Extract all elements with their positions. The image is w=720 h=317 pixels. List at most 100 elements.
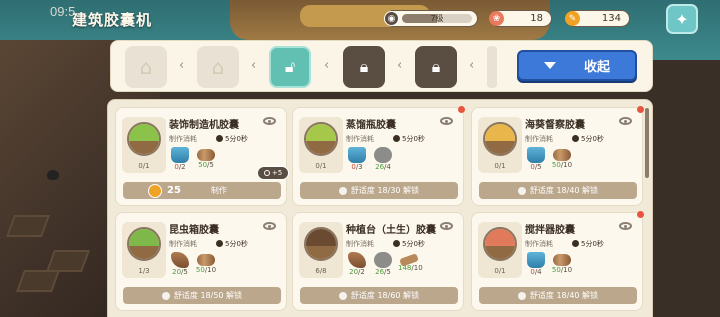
material-log-icon [553, 254, 571, 266]
unlock-button[interactable]: 舒适度 18/60 解锁 [300, 287, 458, 304]
eye-icon[interactable] [263, 117, 276, 125]
material-item[interactable]: 20/2 [346, 252, 368, 276]
notification-dot [637, 211, 644, 218]
blueprint-slot-partial[interactable] [487, 46, 497, 88]
material-quantity: 50/5 [198, 161, 214, 169]
capsule-image: 0/1 [122, 117, 166, 173]
material-quantity: 0/4 [530, 268, 542, 276]
material-item[interactable]: 50/10 [551, 252, 573, 276]
material-blue-icon [348, 147, 366, 163]
owned-count: 0/1 [138, 162, 150, 170]
material-item[interactable]: 26/4 [372, 147, 394, 171]
gear-icon [263, 170, 270, 176]
triangle-down-icon [543, 62, 556, 69]
material-blue-icon [527, 147, 545, 163]
material-quantity: 20/5 [172, 268, 188, 276]
material-quantity: 50/10 [551, 266, 573, 274]
material-item[interactable]: 0/3 [346, 147, 368, 171]
capsule-thumbnail [304, 227, 338, 261]
coin-resource[interactable]: ✎ 134 [565, 10, 630, 27]
house-icon[interactable]: ⌂ [197, 46, 239, 88]
material-item[interactable]: 0/5 [525, 147, 547, 171]
material-log-icon [197, 149, 215, 161]
material-list: 0/2 50/5 [169, 147, 217, 171]
level-icon: ◉ [384, 11, 399, 26]
coin-value: 134 [601, 13, 621, 24]
lock-icon[interactable]: 🔓︎ [269, 46, 311, 88]
material-item[interactable]: 50/10 [551, 147, 573, 171]
coin-icon [148, 183, 162, 198]
craft-time: 5分0秒 [572, 239, 604, 249]
clock-icon [572, 240, 579, 247]
material-quantity: 0/5 [530, 163, 542, 171]
comfort-icon [338, 291, 347, 300]
capsule-card[interactable]: 0/1 装饰制造机胶囊 制作消耗 5分0秒 0/2 50/5 25 制作 +5 [115, 107, 289, 206]
craft-time: 5分0秒 [393, 134, 425, 144]
cost-label: 制作消耗 [525, 135, 553, 143]
eye-icon[interactable] [440, 117, 453, 125]
unlock-label: 舒适度 18/40 解锁 [529, 186, 599, 195]
clock-icon [393, 135, 400, 142]
material-item[interactable]: 20/5 [169, 252, 191, 276]
craft-button[interactable]: 25 制作 +5 [123, 166, 289, 199]
capsule-name: 蒸馏瓶胶囊 [346, 120, 396, 131]
eye-icon[interactable] [619, 117, 632, 125]
material-item[interactable]: 148/10 [398, 252, 423, 276]
comfort-icon [161, 291, 170, 300]
unlock-button[interactable]: 舒适度 18/30 解锁 [300, 182, 458, 199]
capsule-card[interactable]: 1/3 昆虫箱胶囊 制作消耗 5分0秒 20/5 50/10 舒适度 18/50… [115, 212, 287, 311]
speedup-badge[interactable]: +5 [257, 166, 289, 180]
capsule-name: 昆虫箱胶囊 [169, 225, 219, 236]
capsule-card[interactable]: 0/1 搅拌器胶囊 制作消耗 5分0秒 0/4 50/10 舒适度 18/40 … [471, 211, 644, 311]
material-stone-icon [374, 147, 392, 163]
notification-dot [637, 106, 644, 113]
unlock-button[interactable]: 舒适度 18/40 解锁 [479, 287, 637, 304]
comfort-icon [338, 186, 347, 195]
house-icon[interactable]: ⌂ [125, 46, 167, 88]
capsule-image: 0/1 [478, 117, 522, 173]
unlock-button[interactable]: 舒适度 18/50 解锁 [123, 287, 281, 304]
lock-icon[interactable]: 🔒︎ [415, 46, 457, 88]
capsule-card[interactable]: 6/8 种植台（土生）胶囊 制作消耗 5分0秒 20/2 26/5 148/10… [292, 212, 464, 311]
material-list: 0/3 26/4 [346, 147, 394, 171]
collapse-button[interactable]: 收起 [517, 50, 637, 81]
page-title: 建筑胶囊机 [72, 11, 153, 29]
scrollbar[interactable] [645, 108, 649, 178]
capsule-name: 装饰制造机胶囊 [169, 120, 239, 131]
capsule-name: 种植台（土生）胶囊 [346, 225, 436, 236]
capsule-card[interactable]: 0/1 蒸馏瓶胶囊 制作消耗 5分0秒 0/3 26/4 舒适度 18/30 解… [292, 106, 465, 206]
unlock-label: 舒适度 18/60 解锁 [350, 291, 420, 300]
coin-icon: ✎ [565, 11, 580, 26]
material-quantity: 50/10 [195, 266, 217, 274]
capsule-thumbnail [127, 122, 161, 156]
material-list: 0/5 50/10 [525, 147, 573, 171]
owned-count: 6/8 [315, 267, 327, 275]
heart-resource[interactable]: ❀ 18 [489, 10, 552, 27]
cat-character[interactable] [47, 170, 59, 180]
capsule-thumbnail [483, 227, 517, 261]
material-blue-icon [527, 252, 545, 268]
eye-icon[interactable] [263, 222, 276, 230]
clock-icon [216, 135, 223, 142]
unlock-button[interactable]: 舒适度 18/40 解锁 [479, 182, 637, 199]
eye-icon[interactable] [619, 222, 632, 230]
chevron-left-icon: ‹ [324, 58, 330, 73]
cost-label: 制作消耗 [346, 240, 374, 248]
wrench-icon[interactable]: ✦ [666, 4, 698, 34]
material-item[interactable]: 26/5 [372, 252, 394, 276]
material-root-icon [171, 252, 189, 268]
lock-icon[interactable]: 🔒︎ [343, 46, 385, 88]
level-bar[interactable]: ◉ 7级 [384, 10, 478, 27]
cost-label: 制作消耗 [169, 240, 197, 248]
capsule-card[interactable]: 0/1 海葵督察胶囊 制作消耗 5分0秒 0/5 50/10 舒适度 18/40… [471, 106, 644, 206]
capsule-image: 0/1 [299, 117, 343, 173]
material-item[interactable]: 0/2 [169, 147, 191, 171]
owned-count: 1/3 [138, 267, 150, 275]
craft-time: 5分0秒 [216, 239, 248, 249]
eye-icon[interactable] [440, 222, 453, 230]
material-item[interactable]: 50/10 [195, 252, 217, 276]
material-root-icon [348, 252, 366, 268]
material-item[interactable]: 50/5 [195, 147, 217, 171]
material-list: 20/2 26/5 148/10 [346, 252, 423, 276]
material-item[interactable]: 0/4 [525, 252, 547, 276]
